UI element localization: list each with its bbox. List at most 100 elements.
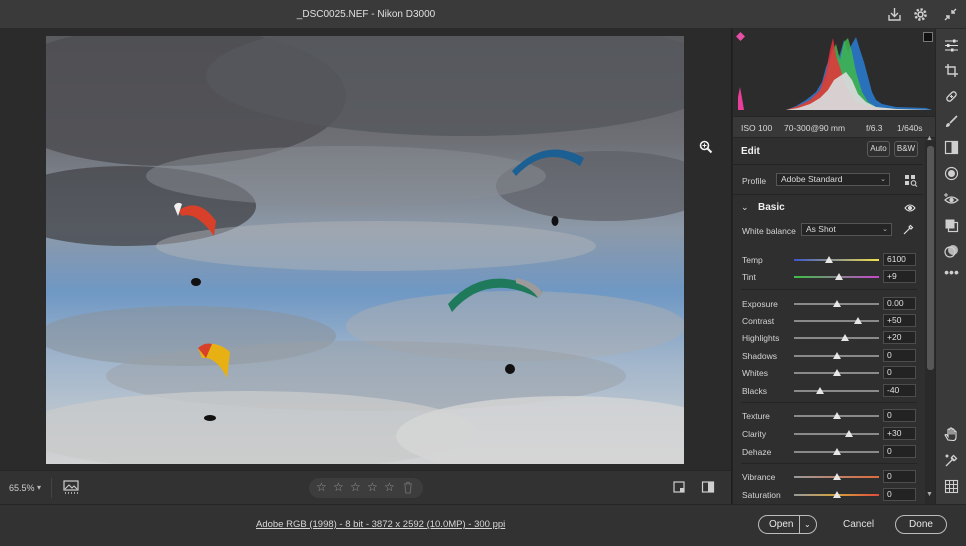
slider-value-shadows[interactable]: 0 (883, 349, 916, 362)
white-balance-value: As Shot (806, 224, 836, 234)
profile-label: Profile (742, 176, 767, 186)
highlight-clip-icon[interactable] (923, 32, 933, 42)
chevron-down-icon[interactable]: ▾ (37, 483, 41, 492)
slider-value-whites[interactable]: 0 (883, 366, 916, 379)
divider (741, 402, 917, 403)
divider (733, 164, 923, 165)
scroll-down-icon[interactable]: ▼ (926, 491, 933, 498)
slider-thumb-clarity[interactable] (845, 430, 854, 437)
star-icon[interactable]: ☆ (367, 481, 379, 493)
slider-thumb-tint[interactable] (835, 273, 844, 280)
slider-label-clarity: Clarity (742, 429, 767, 439)
slider-thumb-highlights[interactable] (841, 334, 849, 341)
slider-value-exposure[interactable]: 0.00 (883, 297, 916, 310)
slider-thumb-whites[interactable] (832, 369, 841, 376)
slider-label-blacks: Blacks (742, 386, 768, 396)
star-icon[interactable]: ☆ (384, 481, 396, 493)
histogram-clip-shadow-icon (738, 87, 744, 110)
image-canvas[interactable] (0, 29, 731, 470)
slider-thumb-temp[interactable] (824, 256, 833, 263)
slider-value-texture[interactable]: 0 (883, 409, 916, 422)
chevron-down-icon[interactable]: ⌄ (804, 516, 811, 533)
grid-icon[interactable] (944, 479, 959, 494)
slider-thumb-shadows[interactable] (832, 352, 841, 359)
presets-icon[interactable] (944, 244, 959, 259)
save-icon[interactable] (886, 6, 903, 23)
slider-track-highlights[interactable] (794, 337, 879, 339)
slider-label-vibrance: Vibrance (742, 472, 776, 482)
slider-track-contrast[interactable] (794, 320, 879, 322)
redeye-icon[interactable] (944, 192, 959, 207)
slider-thumb-texture[interactable] (832, 412, 841, 419)
window-title: _DSC0025.NEF - Nikon D3000 (296, 9, 436, 20)
star-icon[interactable]: ☆ (333, 481, 345, 493)
dialog-footer: Adobe RGB (1998) - 8 bit - 3872 x 2592 (… (0, 504, 966, 546)
snapshots-icon[interactable] (944, 218, 959, 233)
slider-thumb-exposure[interactable] (832, 300, 841, 307)
hand-icon[interactable] (944, 427, 959, 442)
zoom-level[interactable]: 65.5% (9, 483, 35, 493)
open-button[interactable]: Open ⌄ (758, 515, 817, 534)
white-balance-select[interactable]: As Shot ⌄ (801, 223, 892, 236)
chevron-down-icon[interactable]: ⌄ (741, 202, 749, 213)
more-icon[interactable]: ••• (944, 265, 959, 282)
gradient-icon[interactable] (944, 140, 959, 155)
slider-label-dehaze: Dehaze (742, 447, 772, 457)
sampler-icon[interactable] (944, 453, 959, 468)
divider (741, 289, 917, 290)
edit-sliders-icon[interactable] (944, 38, 959, 53)
slider-thumb-saturation[interactable] (832, 491, 841, 498)
slider-thumb-contrast[interactable] (853, 317, 862, 324)
slider-value-blacks[interactable]: -40 (883, 384, 916, 397)
histogram (733, 29, 936, 116)
before-after-icon[interactable] (701, 480, 715, 494)
slider-thumb-dehaze[interactable] (832, 448, 841, 455)
healing-icon[interactable] (944, 89, 959, 104)
slider-track-blacks[interactable] (794, 390, 879, 392)
slider-value-dehaze[interactable]: 0 (883, 445, 916, 458)
profile-browser-icon[interactable] (904, 174, 918, 187)
workflow-options-link[interactable]: Adobe RGB (1998) - 8 bit - 3872 x 2592 (… (256, 519, 505, 530)
slider-value-tint[interactable]: +9 (883, 270, 916, 283)
slider-track-temp[interactable] (794, 259, 879, 261)
cancel-button[interactable]: Cancel (843, 519, 874, 530)
profile-value: Adobe Standard (781, 174, 843, 184)
slider-label-tint: Tint (742, 272, 756, 282)
slider-label-texture: Texture (742, 411, 770, 421)
done-button[interactable]: Done (895, 515, 947, 534)
basic-section-title[interactable]: Basic (758, 202, 785, 213)
slider-value-saturation[interactable]: 0 (883, 488, 916, 501)
star-rating[interactable]: ☆ ☆ ☆ ☆ ☆ (309, 478, 423, 498)
trash-icon[interactable] (402, 481, 414, 494)
auto-button[interactable]: Auto (867, 141, 890, 157)
star-icon[interactable]: ☆ (350, 481, 362, 493)
eye-icon[interactable] (904, 203, 916, 213)
slider-thumb-vibrance[interactable] (832, 473, 841, 480)
lens-value: 70-300@90 mm (784, 123, 846, 133)
slider-track-clarity[interactable] (794, 433, 879, 435)
slider-value-contrast[interactable]: +50 (883, 314, 916, 327)
eyedropper-icon[interactable] (902, 223, 915, 236)
slider-value-highlights[interactable]: +20 (883, 331, 916, 344)
slider-value-vibrance[interactable]: 0 (883, 470, 916, 483)
slider-thumb-blacks[interactable] (815, 387, 824, 394)
scrollbar-thumb[interactable] (927, 146, 934, 370)
chevron-down-icon: ⌄ (882, 226, 888, 233)
single-view-icon[interactable] (672, 480, 686, 494)
radial-icon[interactable] (944, 166, 959, 181)
scroll-up-icon[interactable]: ▲ (926, 135, 933, 142)
slider-value-clarity[interactable]: +30 (883, 427, 916, 440)
slider-value-temp[interactable]: 6100 (883, 253, 916, 266)
filmstrip-icon[interactable] (62, 479, 80, 496)
slider-label-contrast: Contrast (742, 316, 775, 326)
brush-icon[interactable] (944, 114, 959, 129)
zoom-cursor-icon (699, 140, 713, 154)
photo-preview[interactable] (46, 36, 684, 464)
collapse-icon[interactable] (942, 6, 959, 23)
bw-button[interactable]: B&W (894, 141, 918, 157)
crop-icon[interactable] (944, 63, 959, 78)
star-icon[interactable]: ☆ (316, 481, 328, 493)
profile-select[interactable]: Adobe Standard ⌄ (776, 173, 890, 186)
slider-label-temp: Temp (742, 255, 763, 265)
gear-icon[interactable] (912, 6, 929, 23)
